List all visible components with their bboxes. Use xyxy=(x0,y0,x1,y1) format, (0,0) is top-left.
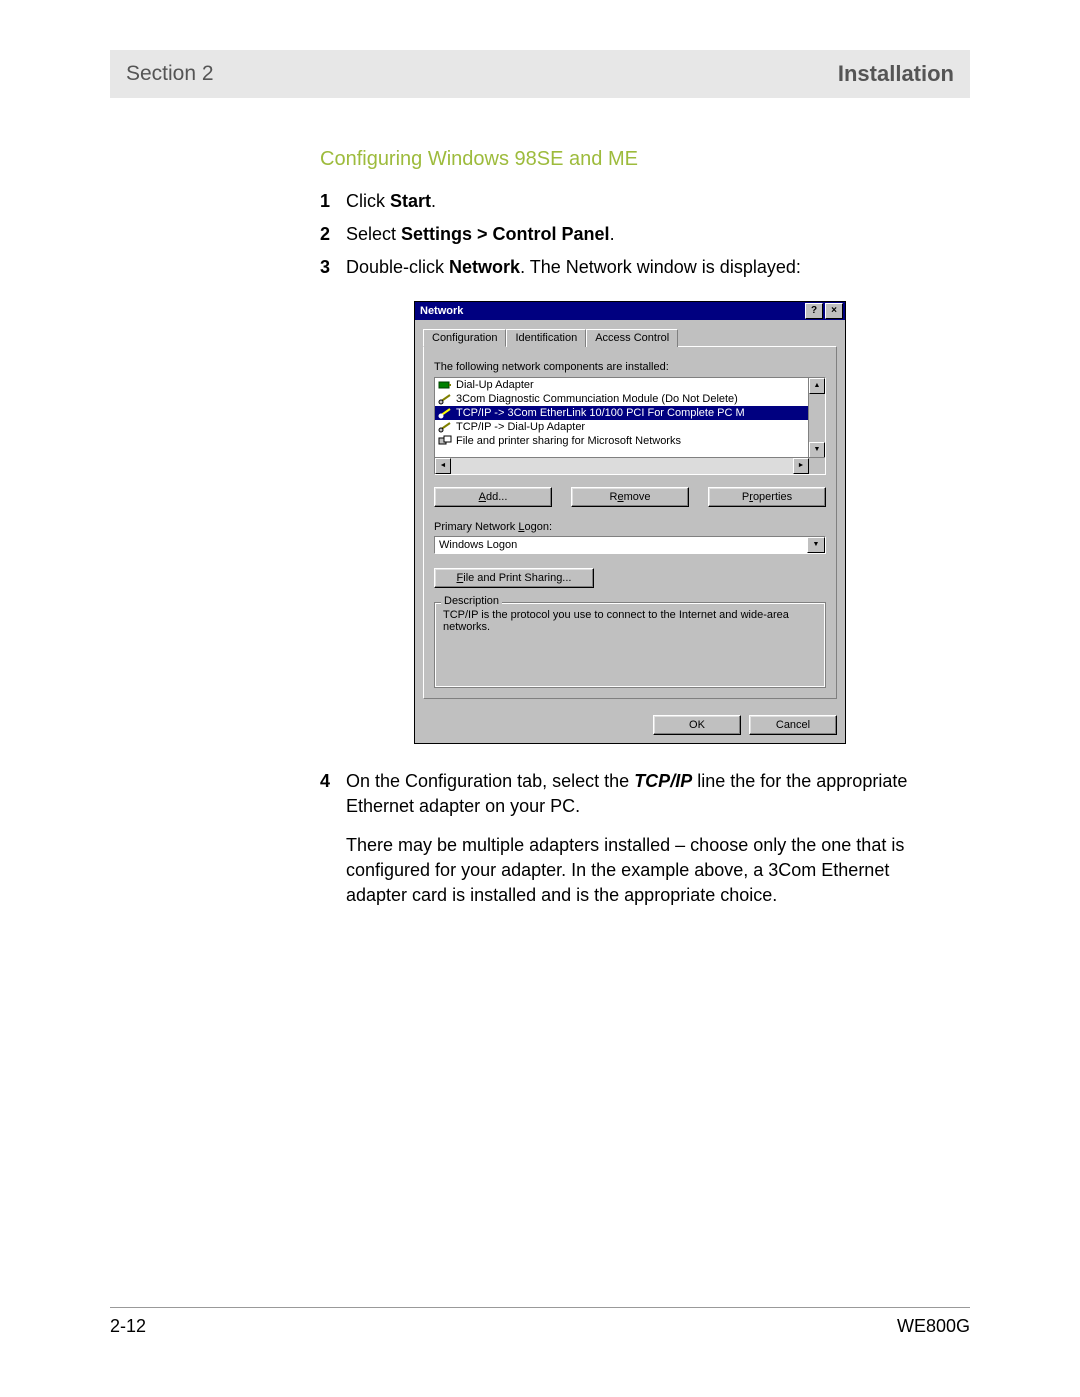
tab-identification[interactable]: Identification xyxy=(506,329,586,347)
horizontal-scrollbar[interactable]: ◄ ► xyxy=(435,457,825,474)
list-item-label: TCP/IP -> Dial-Up Adapter xyxy=(456,421,585,433)
scroll-down-icon[interactable]: ▼ xyxy=(809,442,825,458)
step-number: 2 xyxy=(320,222,346,247)
list-item[interactable]: Dial-Up Adapter xyxy=(435,378,809,392)
step-text: Click Start. xyxy=(346,189,940,214)
instruction-list-continued: 4 On the Configuration tab, select the T… xyxy=(320,769,940,923)
logon-label: Primary Network Logon: xyxy=(434,521,826,533)
section-label: Section 2 xyxy=(126,62,214,86)
step-number: 4 xyxy=(320,769,346,923)
text: Click xyxy=(346,191,390,211)
tab-pane-configuration: The following network components are ins… xyxy=(423,346,837,699)
page-footer: 2-12 WE800G xyxy=(110,1316,970,1357)
bold-text: Start xyxy=(390,191,431,211)
text: . xyxy=(431,191,436,211)
list-item[interactable]: TCP/IP -> Dial-Up Adapter xyxy=(435,420,809,434)
scroll-corner xyxy=(809,458,825,474)
list-item[interactable]: 3Com Diagnostic Communciation Module (Do… xyxy=(435,392,809,406)
screenshot-container: Network ? × Configuration Identification… xyxy=(320,301,940,744)
section-heading: Configuring Windows 98SE and ME xyxy=(320,148,940,171)
bold-italic-text: TCP/IP xyxy=(634,771,692,791)
list-item[interactable]: File and printer sharing for Microsoft N… xyxy=(435,434,809,448)
dialog-body: Configuration Identification Access Cont… xyxy=(415,320,845,707)
properties-button[interactable]: Properties xyxy=(708,487,826,507)
dialog-footer: OK Cancel xyxy=(415,707,845,743)
dialog-titlebar[interactable]: Network ? × xyxy=(415,302,845,320)
text: . xyxy=(610,224,615,244)
list-label: The following network components are ins… xyxy=(434,361,826,373)
service-icon xyxy=(438,435,452,447)
text: Double-click xyxy=(346,257,449,277)
step-text: On the Configuration tab, select the TCP… xyxy=(346,769,940,923)
logon-combobox[interactable]: Windows Logon ▼ xyxy=(434,536,826,554)
page-header-bar: Section 2 Installation xyxy=(110,50,970,98)
list-item-label: TCP/IP -> 3Com EtherLink 10/100 PCI For … xyxy=(456,407,745,419)
protocol-icon xyxy=(438,421,452,433)
scroll-left-icon[interactable]: ◄ xyxy=(435,458,451,474)
network-dialog: Network ? × Configuration Identification… xyxy=(414,301,846,744)
description-text: TCP/IP is the protocol you use to connec… xyxy=(443,609,817,633)
tab-configuration[interactable]: Configuration xyxy=(423,329,506,347)
protocol-icon xyxy=(438,407,452,419)
list-item-label: 3Com Diagnostic Communciation Module (Do… xyxy=(456,393,738,405)
groupbox-legend: Description xyxy=(441,595,502,607)
step-4: 4 On the Configuration tab, select the T… xyxy=(320,769,940,923)
chapter-title: Installation xyxy=(838,61,954,87)
step-number: 3 xyxy=(320,255,346,280)
dialog-title: Network xyxy=(417,305,803,317)
bold-text: Network xyxy=(449,257,520,277)
dropdown-icon[interactable]: ▼ xyxy=(807,537,825,553)
document-page: Section 2 Installation Configuring Windo… xyxy=(0,0,1080,1397)
close-button[interactable]: × xyxy=(825,303,843,319)
paragraph: There may be multiple adapters installed… xyxy=(346,833,940,909)
scroll-right-icon[interactable]: ► xyxy=(793,458,809,474)
tab-access-control[interactable]: Access Control xyxy=(586,329,678,347)
model-number: WE800G xyxy=(897,1316,970,1337)
component-buttons: AAdd...dd... Remove Properties xyxy=(434,487,826,507)
vertical-scrollbar[interactable]: ▲ ▼ xyxy=(808,378,825,458)
file-print-sharing-button[interactable]: File and Print Sharing... xyxy=(434,568,594,588)
tab-strip: Configuration Identification Access Cont… xyxy=(423,328,837,347)
footer-divider xyxy=(110,1307,970,1308)
instruction-list: 1 Click Start. 2 Select Settings > Contr… xyxy=(320,189,940,281)
list-item-label: Dial-Up Adapter xyxy=(456,379,534,391)
step-3: 3 Double-click Network. The Network wind… xyxy=(320,255,940,280)
list-item-selected[interactable]: TCP/IP -> 3Com EtherLink 10/100 PCI For … xyxy=(435,406,809,420)
description-groupbox: Description TCP/IP is the protocol you u… xyxy=(434,602,826,688)
listbox-inner: Dial-Up Adapter 3Com Diagnostic Communci… xyxy=(435,378,809,458)
page-number: 2-12 xyxy=(110,1316,146,1337)
remove-button[interactable]: Remove xyxy=(571,487,689,507)
text: On the Configuration tab, select the xyxy=(346,771,634,791)
page-content: Configuring Windows 98SE and ME 1 Click … xyxy=(110,148,970,923)
text: Select xyxy=(346,224,401,244)
add-button[interactable]: AAdd...dd... xyxy=(434,487,552,507)
protocol-icon xyxy=(438,393,452,405)
adapter-icon xyxy=(438,379,452,391)
combo-value: Windows Logon xyxy=(435,537,807,553)
step-number: 1 xyxy=(320,189,346,214)
bold-text: Settings > Control Panel xyxy=(401,224,610,244)
step-text: Select Settings > Control Panel. xyxy=(346,222,940,247)
components-listbox[interactable]: Dial-Up Adapter 3Com Diagnostic Communci… xyxy=(434,377,826,475)
ok-button[interactable]: OK xyxy=(653,715,741,735)
scroll-up-icon[interactable]: ▲ xyxy=(809,378,825,394)
list-item-label: File and printer sharing for Microsoft N… xyxy=(456,435,681,447)
step-2: 2 Select Settings > Control Panel. xyxy=(320,222,940,247)
text: . The Network window is displayed: xyxy=(520,257,801,277)
cancel-button[interactable]: Cancel xyxy=(749,715,837,735)
step-1: 1 Click Start. xyxy=(320,189,940,214)
help-button[interactable]: ? xyxy=(805,303,823,319)
step-text: Double-click Network. The Network window… xyxy=(346,255,940,280)
